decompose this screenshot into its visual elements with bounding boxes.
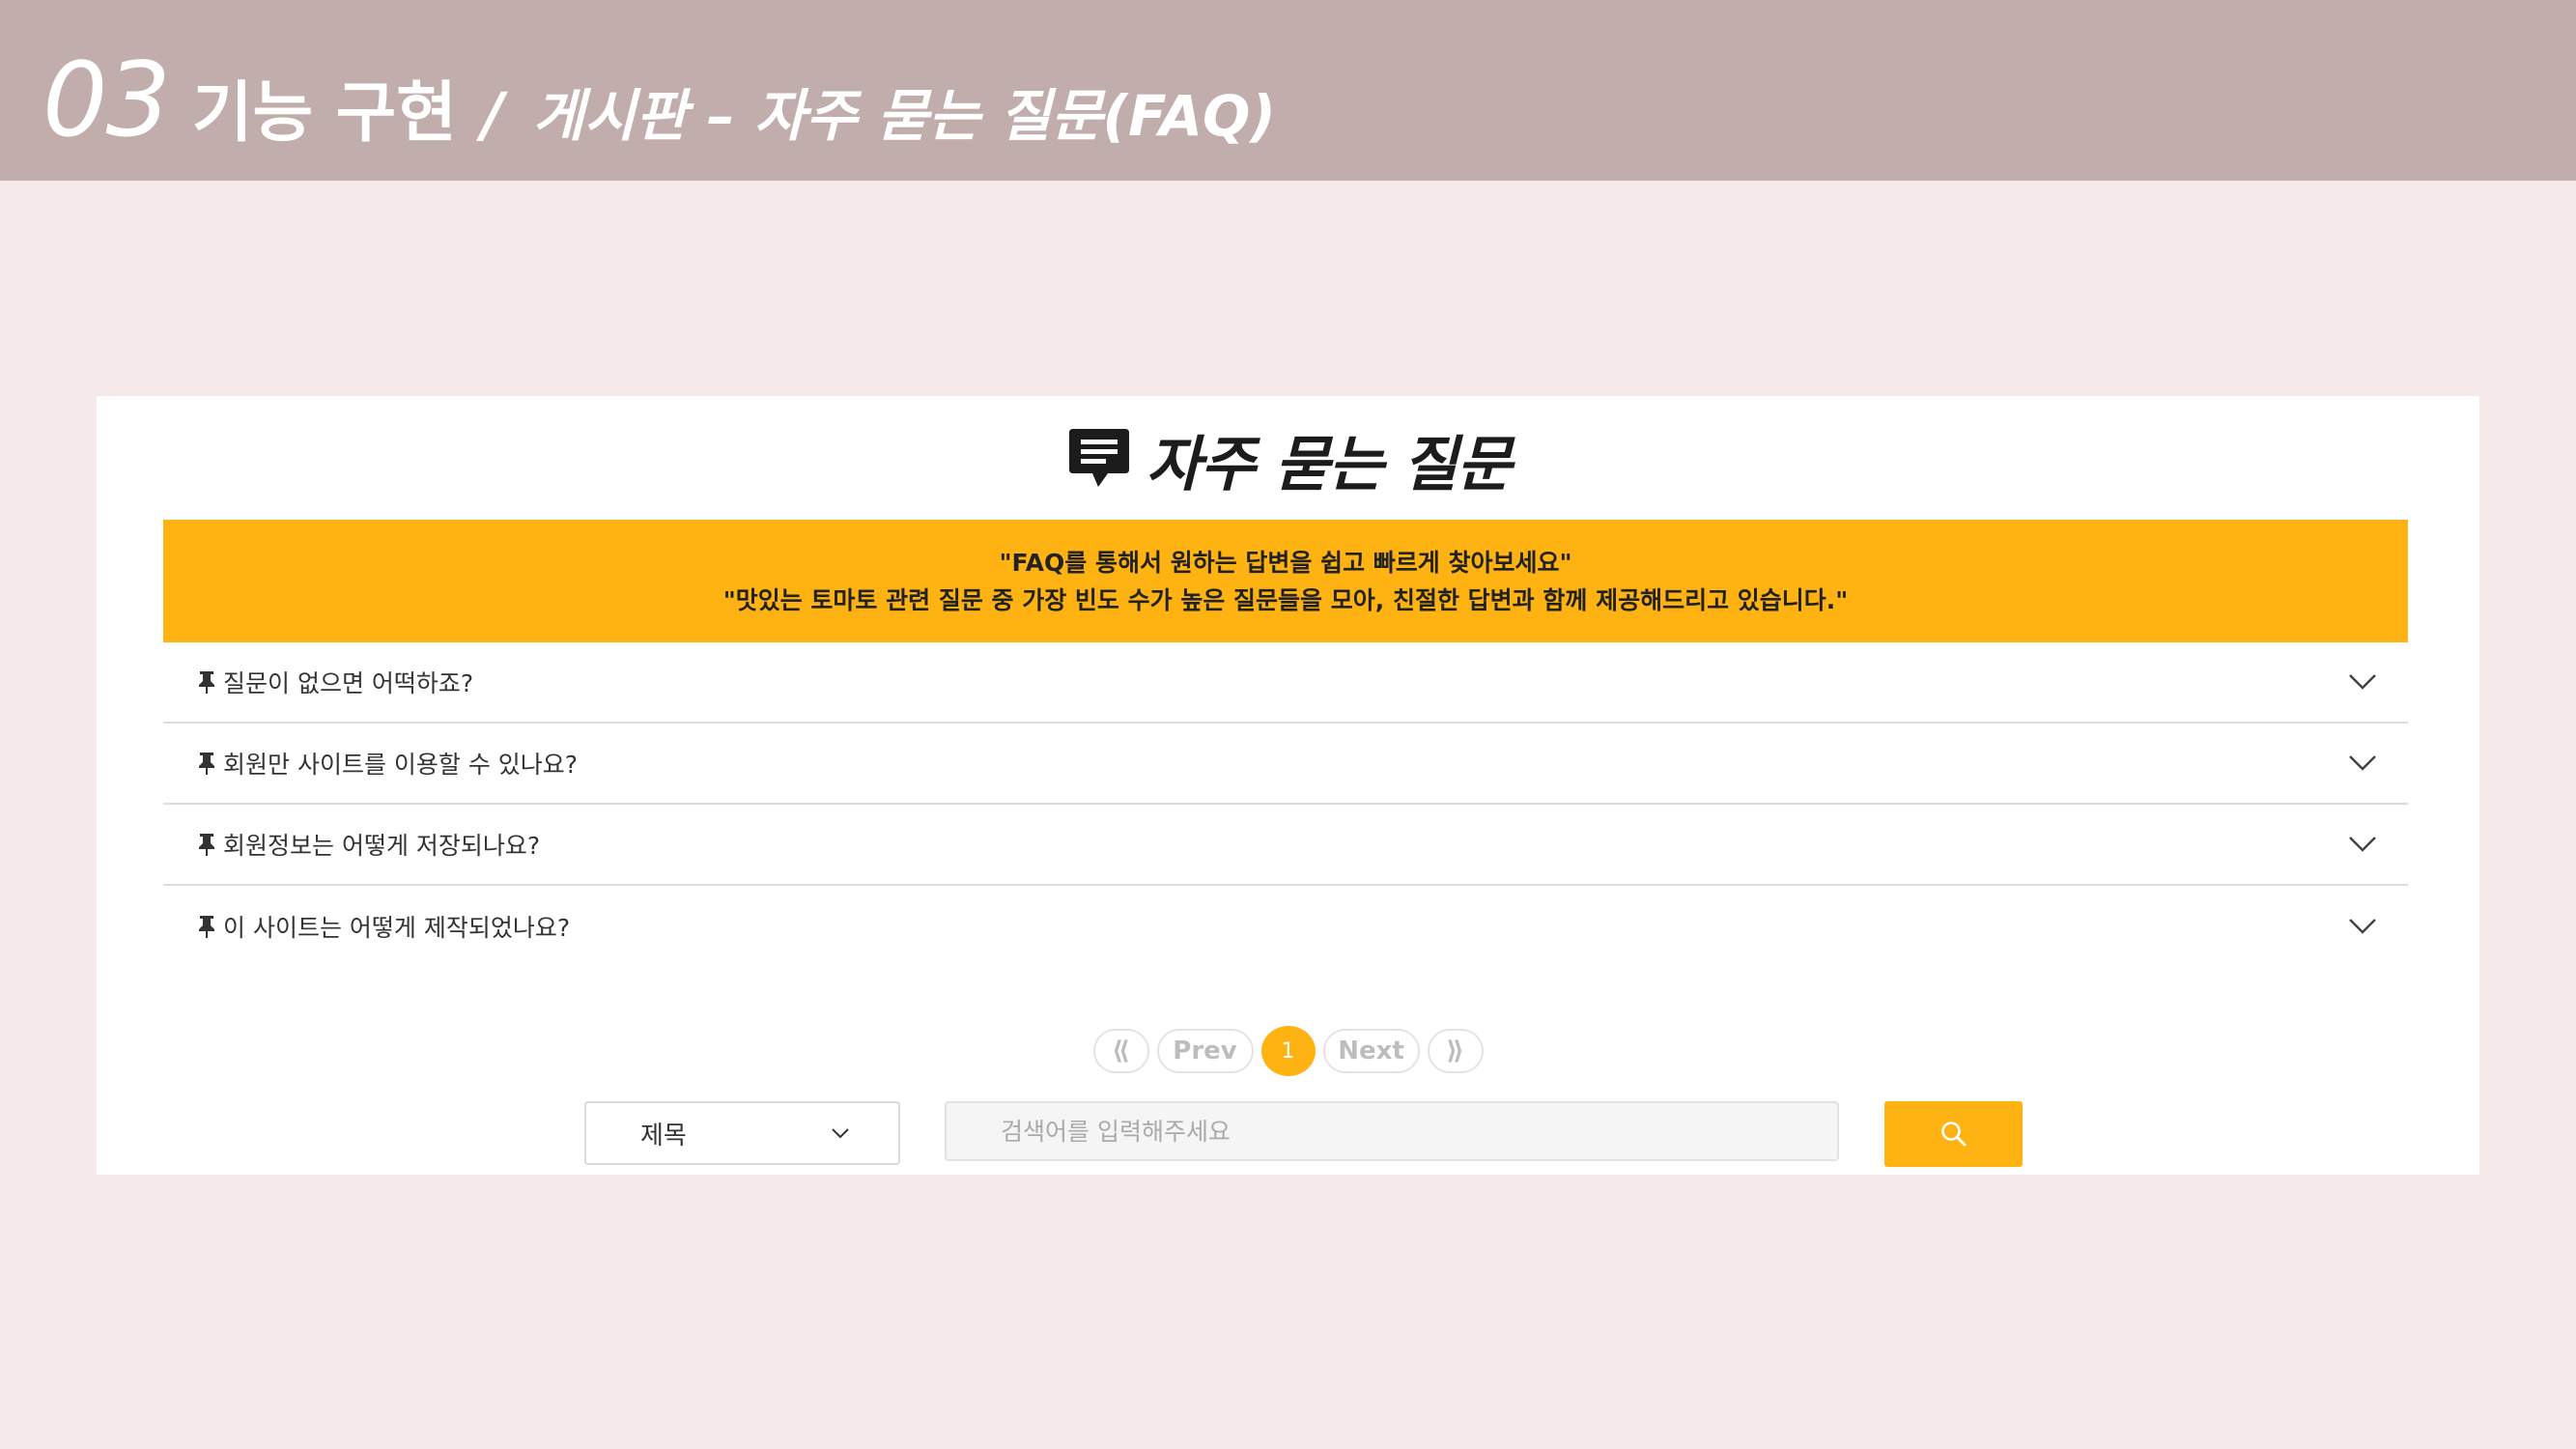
top-banner: 03 기능 구현 / 게시판 – 자주 묻는 질문(FAQ) (0, 0, 2576, 181)
search-bar: 제목 (97, 1101, 2479, 1169)
slide-title: 03 기능 구현 / 게시판 – 자주 묻는 질문(FAQ) (42, 41, 1276, 159)
faq-page-screenshot: 자주 묻는 질문 "FAQ를 통해서 원하는 답변을 쉽고 빠르게 찾아보세요"… (97, 396, 2479, 1175)
faq-question: 회원만 사이트를 이용할 수 있나요? (196, 746, 578, 781)
faq-question: 질문이 없으면 어떡하죠? (196, 665, 473, 699)
last-page-button[interactable]: ⟫ (1427, 1029, 1484, 1073)
chevron-down-icon (832, 1128, 849, 1139)
next-page-button[interactable]: Next (1322, 1029, 1420, 1073)
pagination: ⟪ Prev 1 Next ⟫ (97, 1026, 2479, 1076)
faq-question: 이 사이트는 어떻게 제작되었나요? (196, 909, 570, 944)
pushpin-icon (199, 834, 214, 856)
faq-question-text: 질문이 없으면 어떡하죠? (223, 669, 474, 697)
faq-question-text: 이 사이트는 어떻게 제작되었나요? (223, 914, 571, 942)
faq-title: 자주 묻는 질문 (1146, 429, 1512, 499)
section-title: 기능 구현 (191, 75, 457, 152)
pushpin-icon (199, 916, 214, 938)
faq-question: 회원정보는 어떻게 저장되나요? (196, 827, 540, 862)
faq-intro-banner: "FAQ를 통해서 원하는 답변을 쉽고 빠르게 찾아보세요" "맛있는 토마토… (163, 520, 2408, 642)
chevron-down-icon[interactable] (2348, 835, 2377, 854)
search-field-select[interactable]: 제목 (584, 1101, 900, 1165)
chevron-down-icon[interactable] (2348, 672, 2377, 692)
faq-item[interactable]: 회원정보는 어떻게 저장되나요? (163, 805, 2408, 886)
banner-line-1: "FAQ를 통해서 원하는 답변을 쉽고 빠르게 찾아보세요" (999, 548, 1572, 577)
pushpin-icon (199, 671, 214, 694)
search-icon (1940, 1122, 1966, 1147)
title-separator: / (481, 79, 504, 150)
first-page-button[interactable]: ⟪ (1092, 1029, 1149, 1073)
faq-question-text: 회원정보는 어떻게 저장되나요? (223, 832, 541, 860)
section-number: 03 (42, 41, 171, 159)
faq-question-text: 회원만 사이트를 이용할 수 있나요? (223, 751, 579, 779)
faq-item[interactable]: 회원만 사이트를 이용할 수 있나요? (163, 724, 2408, 805)
pushpin-icon (199, 753, 214, 775)
chevron-down-icon[interactable] (2348, 753, 2377, 773)
faq-item[interactable]: 질문이 없으면 어떡하죠? (163, 642, 2408, 724)
chat-bubble-icon (1068, 429, 1129, 487)
search-field-value: 제목 (640, 1121, 687, 1151)
chevron-down-icon[interactable] (2348, 917, 2377, 936)
faq-list: 질문이 없으면 어떡하죠? 회원만 사이트를 이용할 수 있나요? 회원정보는 … (163, 642, 2408, 967)
search-input[interactable] (945, 1101, 1839, 1161)
prev-page-button[interactable]: Prev (1156, 1029, 1254, 1073)
current-page-button[interactable]: 1 (1260, 1026, 1316, 1076)
faq-heading: 자주 묻는 질문 (97, 415, 2479, 502)
banner-line-2: "맛있는 토마토 관련 질문 중 가장 빈도 수가 높은 질문들을 모아, 친절… (722, 585, 1849, 614)
search-button[interactable] (1884, 1101, 2023, 1167)
faq-item[interactable]: 이 사이트는 어떻게 제작되었나요? (163, 886, 2408, 967)
section-subtitle: 게시판 – 자주 묻는 질문(FAQ) (532, 83, 1276, 149)
